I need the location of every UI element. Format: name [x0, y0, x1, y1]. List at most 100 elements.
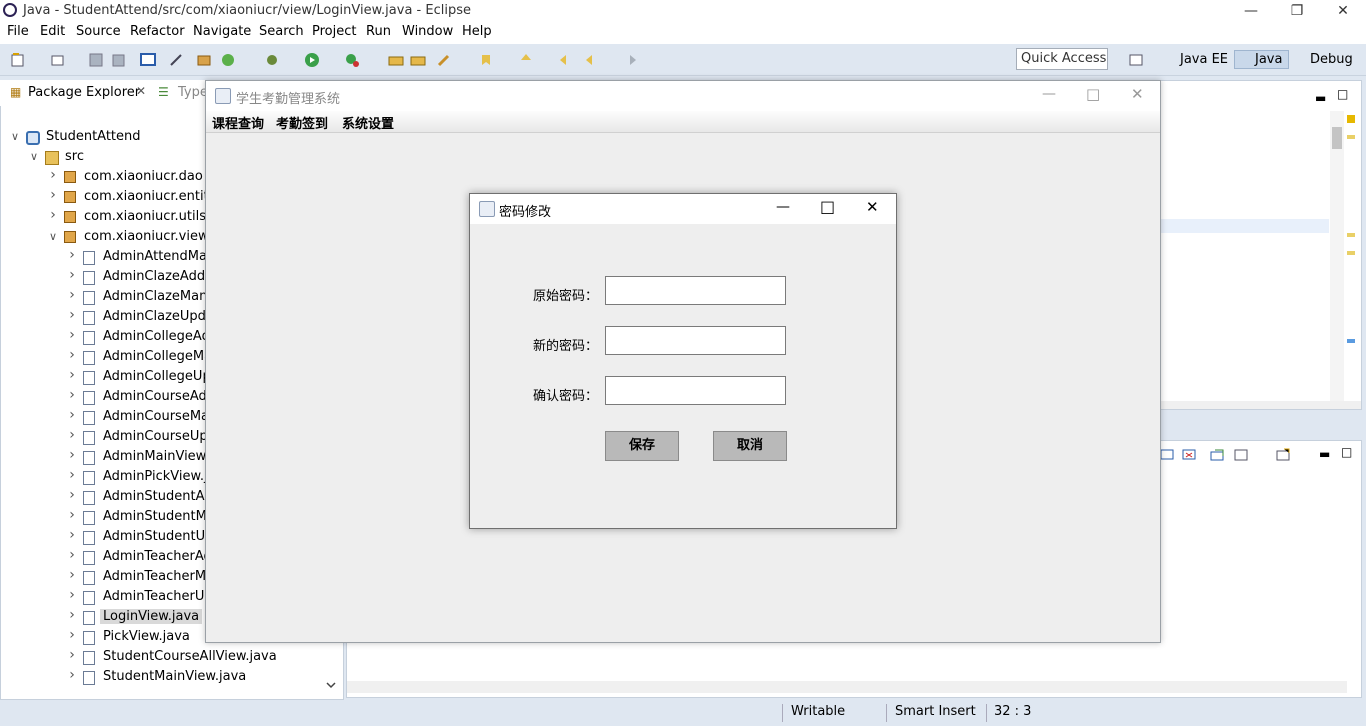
- app-close-icon[interactable]: ✕: [1131, 85, 1144, 103]
- remove-launch-icon[interactable]: [1181, 447, 1197, 463]
- expand-chevron-icon[interactable]: ›: [48, 187, 58, 203]
- expand-chevron-icon[interactable]: ›: [67, 547, 77, 563]
- editor-maximize-icon[interactable]: □: [1337, 87, 1348, 101]
- up-icon[interactable]: [518, 52, 534, 68]
- scroll-down-icon[interactable]: [326, 680, 336, 690]
- run-config-icon[interactable]: [344, 52, 360, 68]
- back-icon[interactable]: [584, 52, 600, 68]
- restore-icon[interactable]: ❐: [1274, 0, 1320, 22]
- new-console-icon[interactable]: [1275, 447, 1291, 463]
- expand-chevron-icon[interactable]: ›: [67, 307, 77, 323]
- expand-chevron-icon[interactable]: ›: [67, 447, 77, 463]
- new-package-icon[interactable]: [50, 52, 66, 68]
- console-horizontal-scrollbar[interactable]: [347, 681, 1347, 693]
- dialog-maximize-icon[interactable]: □: [820, 197, 835, 216]
- pencil-icon[interactable]: [436, 52, 452, 68]
- save-button[interactable]: 保存: [605, 431, 679, 461]
- perspective-java-ee[interactable]: Java EE: [1160, 52, 1228, 67]
- expand-chevron-icon[interactable]: ›: [67, 647, 77, 663]
- expand-chevron-icon[interactable]: ›: [67, 267, 77, 283]
- expand-chevron-icon[interactable]: ›: [67, 427, 77, 443]
- tab-close-icon[interactable]: ✕: [136, 84, 146, 98]
- expand-chevron-icon[interactable]: ›: [67, 587, 77, 603]
- debug-icon[interactable]: [264, 52, 280, 68]
- menu-help[interactable]: Help: [462, 24, 492, 39]
- forward-icon[interactable]: [622, 52, 638, 68]
- expand-chevron-icon[interactable]: ›: [67, 667, 77, 683]
- menu-refactor[interactable]: Refactor: [130, 24, 185, 39]
- console-pin-icon[interactable]: [1159, 447, 1175, 463]
- perspective-java[interactable]: Java: [1234, 50, 1290, 69]
- open-type-icon[interactable]: [388, 52, 404, 68]
- collapse-chevron-icon[interactable]: ∨: [48, 230, 58, 243]
- menu-project[interactable]: Project: [312, 24, 356, 39]
- dialog-close-icon[interactable]: ✕: [866, 198, 879, 216]
- menu-search[interactable]: Search: [259, 24, 304, 39]
- dialog-titlebar: 密码修改 — □ ✕: [470, 194, 896, 224]
- expand-chevron-icon[interactable]: ›: [67, 467, 77, 483]
- console-minimize-icon[interactable]: ▬: [1319, 447, 1330, 461]
- close-icon[interactable]: ✕: [1320, 0, 1366, 22]
- new-icon[interactable]: [10, 52, 26, 68]
- open-folder-icon[interactable]: [410, 52, 426, 68]
- expand-chevron-icon[interactable]: ›: [67, 607, 77, 623]
- expand-chevron-icon[interactable]: ›: [67, 527, 77, 543]
- console-maximize-icon[interactable]: □: [1341, 445, 1352, 459]
- expand-chevron-icon[interactable]: ›: [48, 167, 58, 183]
- expand-chevron-icon[interactable]: ›: [67, 507, 77, 523]
- menu-edit[interactable]: Edit: [40, 24, 65, 39]
- menu-system-settings[interactable]: 系统设置: [342, 113, 394, 132]
- annotation-icon[interactable]: [478, 52, 494, 68]
- cancel-button[interactable]: 取消: [713, 431, 787, 461]
- scrollbar-thumb[interactable]: [1332, 127, 1342, 149]
- save-icon[interactable]: [88, 52, 104, 68]
- expand-chevron-icon[interactable]: ›: [67, 287, 77, 303]
- tab-type-hierarchy[interactable]: Type: [178, 85, 208, 100]
- display-console-icon[interactable]: [1233, 447, 1249, 463]
- refresh-icon[interactable]: [220, 52, 236, 68]
- expand-chevron-icon[interactable]: ›: [67, 367, 77, 383]
- expand-chevron-icon[interactable]: ›: [67, 387, 77, 403]
- confirm-password-field[interactable]: [605, 376, 786, 405]
- dialog-minimize-icon[interactable]: —: [776, 199, 790, 215]
- quick-access-input[interactable]: Quick Access: [1016, 48, 1108, 70]
- last-edit-icon[interactable]: [558, 52, 574, 68]
- menu-navigate[interactable]: Navigate: [193, 24, 251, 39]
- expand-chevron-icon[interactable]: ›: [67, 567, 77, 583]
- tree-item[interactable]: › StudentCourseAllView.java: [0, 647, 340, 668]
- expand-chevron-icon[interactable]: ›: [48, 207, 58, 223]
- build-icon[interactable]: [196, 52, 212, 68]
- expand-chevron-icon[interactable]: ›: [67, 407, 77, 423]
- tab-package-explorer[interactable]: Package Explorer: [28, 85, 140, 100]
- menu-run[interactable]: Run: [366, 24, 391, 39]
- editor-minimize-icon[interactable]: ▬: [1315, 91, 1326, 105]
- open-console-icon[interactable]: [1209, 447, 1225, 463]
- status-divider: [886, 704, 887, 722]
- expand-chevron-icon[interactable]: ›: [67, 487, 77, 503]
- app-minimize-icon[interactable]: —: [1042, 86, 1056, 102]
- expand-chevron-icon[interactable]: ›: [67, 347, 77, 363]
- menu-window[interactable]: Window: [402, 24, 453, 39]
- original-password-field[interactable]: [605, 276, 786, 305]
- expand-chevron-icon[interactable]: ›: [67, 247, 77, 263]
- tree-item[interactable]: › StudentMainView.java: [0, 667, 340, 688]
- save-all-icon[interactable]: [110, 52, 126, 68]
- toggle-icon[interactable]: [168, 52, 184, 68]
- menu-attendance[interactable]: 考勤签到: [276, 113, 328, 132]
- console-icon[interactable]: [140, 52, 156, 68]
- collapse-chevron-icon[interactable]: ∨: [10, 130, 20, 143]
- menu-course-query[interactable]: 课程查询: [212, 113, 264, 132]
- perspective-debug[interactable]: Debug: [1290, 52, 1353, 67]
- minimize-icon[interactable]: —: [1228, 0, 1274, 22]
- new-password-field[interactable]: [605, 326, 786, 355]
- expand-chevron-icon[interactable]: ›: [67, 327, 77, 343]
- app-maximize-icon[interactable]: □: [1086, 85, 1100, 103]
- overview-marker: [1347, 135, 1355, 139]
- collapse-chevron-icon[interactable]: ∨: [29, 150, 39, 163]
- open-perspective-icon[interactable]: [1128, 52, 1144, 68]
- expand-chevron-icon[interactable]: ›: [67, 627, 77, 643]
- run-icon[interactable]: [304, 52, 320, 68]
- menu-file[interactable]: File: [7, 24, 29, 39]
- menu-source[interactable]: Source: [76, 24, 121, 39]
- editor-vertical-scrollbar[interactable]: [1330, 111, 1344, 401]
